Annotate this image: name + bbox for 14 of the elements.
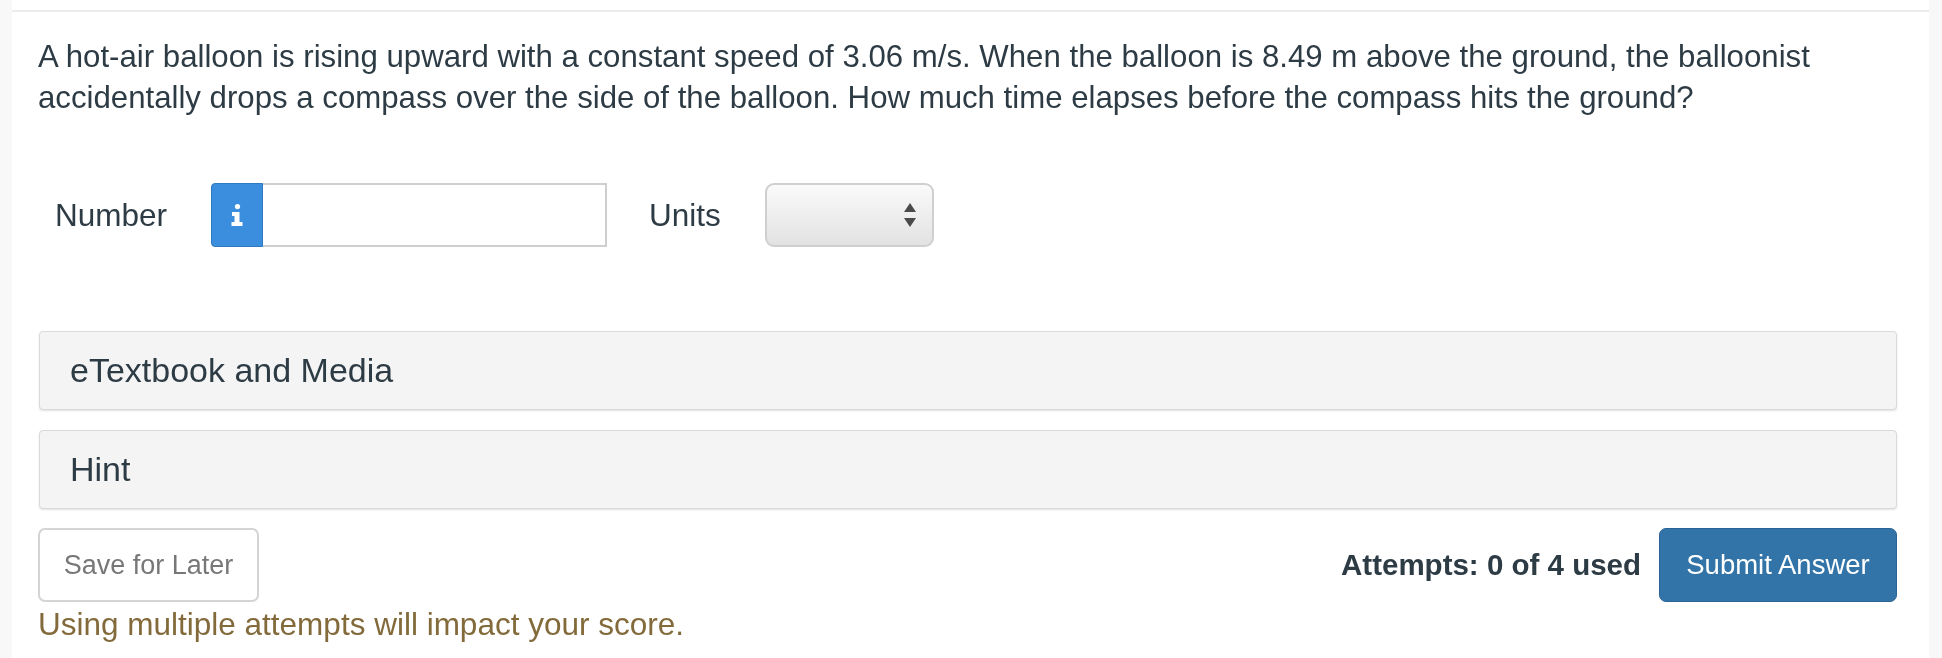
question-text: A hot-air balloon is rising upward with a constant speed of 3.06 m/s. When the balloon is 8.49 m above the ground, the balloonist accidentally drops a compass over the side of the balloon. How much time elapses before the compass hits the ground? — [38, 38, 1811, 117]
info-button[interactable] — [211, 183, 264, 247]
collapsible-panel-header[interactable]: eTextbook and Media — [39, 331, 1897, 410]
attempts-counter: Attempts: 0 of 4 used — [1341, 546, 1641, 583]
number-label: Number — [55, 196, 168, 235]
number-input-field[interactable] — [263, 183, 608, 247]
info-icon — [231, 204, 244, 226]
save-for-later-button[interactable]: Save for Later — [38, 528, 259, 602]
collapsible-panel-header[interactable]: Hint — [39, 430, 1897, 509]
up-down-arrows-icon — [903, 203, 916, 227]
warning-text: Using multiple attempts will impact your score. — [38, 605, 685, 644]
units-select[interactable] — [764, 183, 934, 247]
units-label: Units — [649, 196, 721, 235]
submit-answer-button[interactable]: Submit Answer — [1659, 528, 1897, 602]
